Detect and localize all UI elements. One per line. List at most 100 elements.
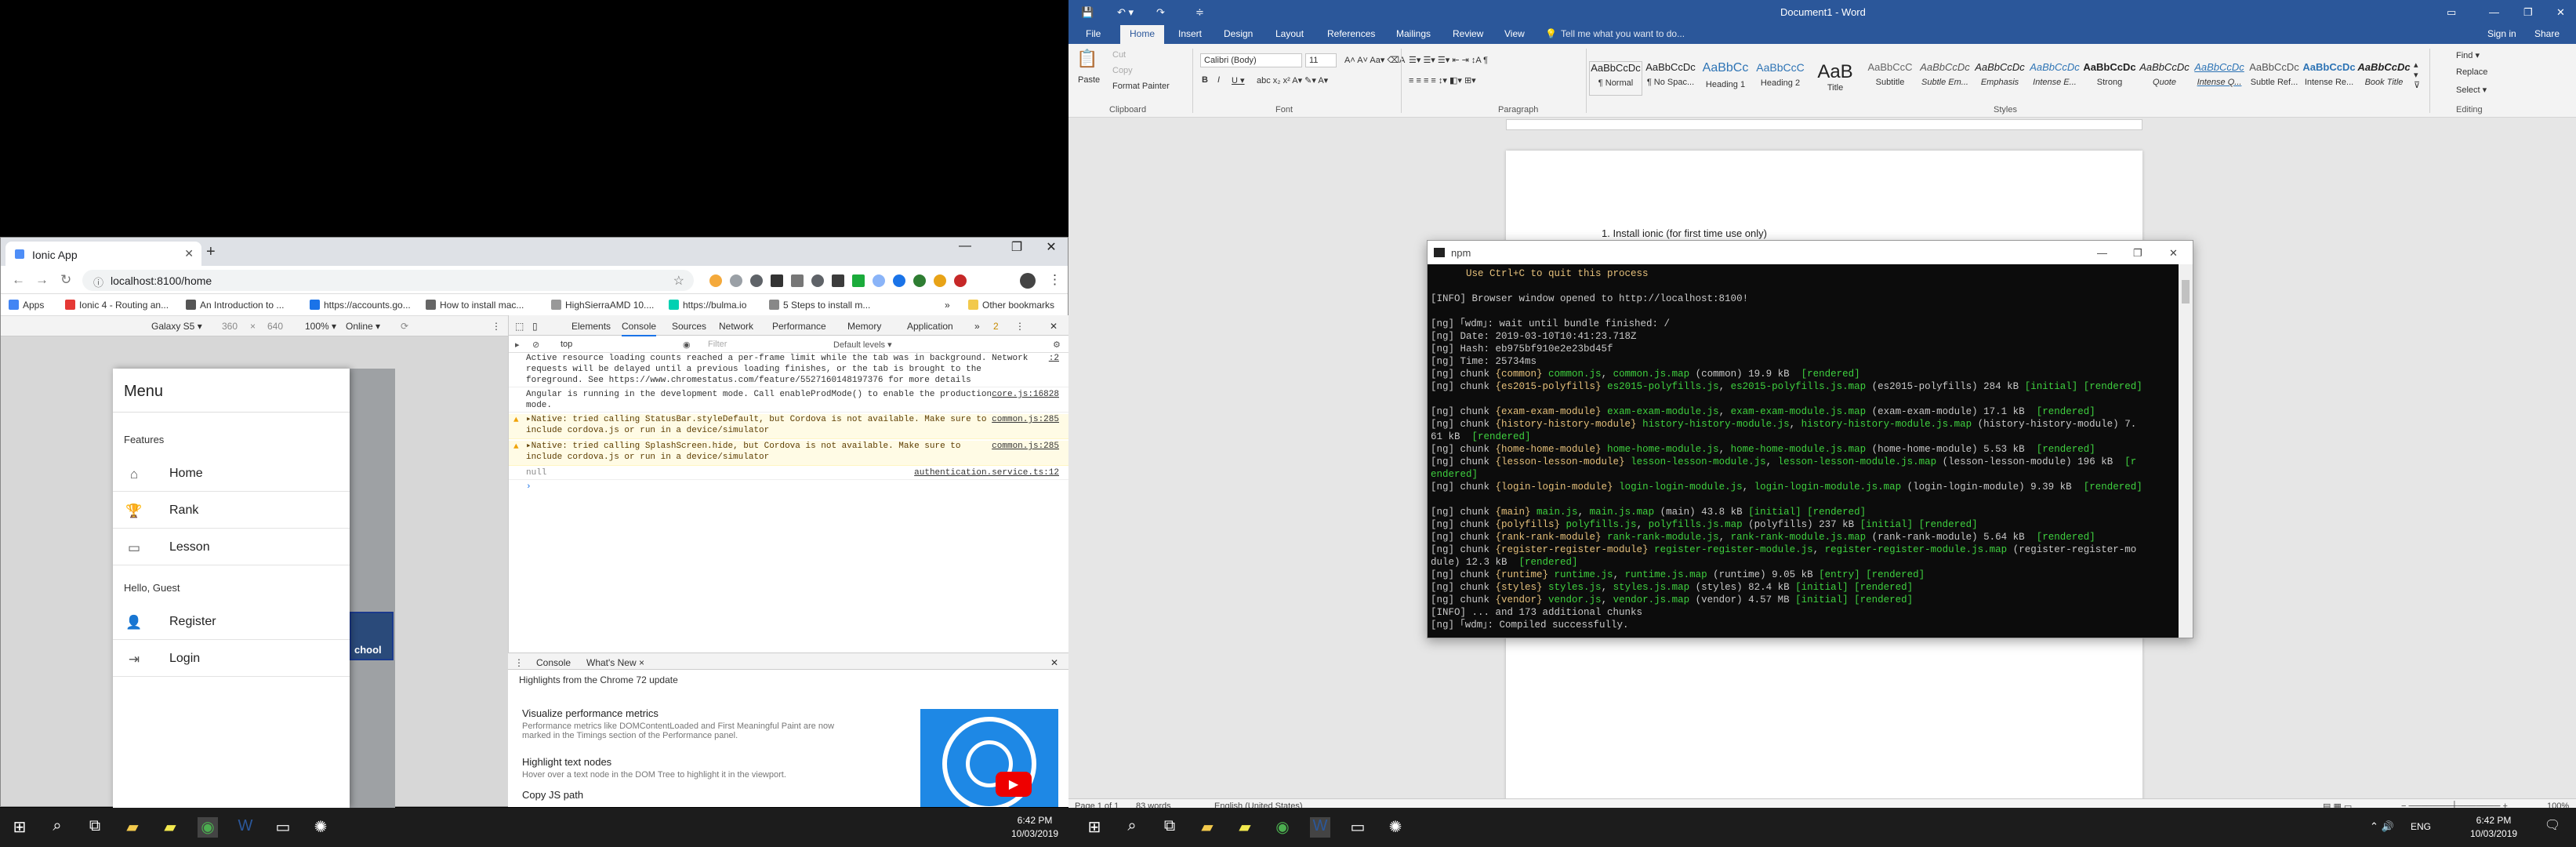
minimize-icon[interactable]: — <box>2097 247 2107 259</box>
terminal-app-icon[interactable]: ▭ <box>273 817 293 838</box>
extension-icon[interactable] <box>750 274 763 287</box>
style-intense-quote[interactable]: AaBbCcDc Intense Q... <box>2193 61 2246 96</box>
tab-home[interactable]: Home <box>1120 25 1165 44</box>
drawer-menu-icon[interactable]: ⋮ <box>514 657 524 668</box>
extension-icon[interactable] <box>771 274 783 287</box>
network-select[interactable]: Online ▾ <box>346 321 380 332</box>
style-normal[interactable]: AaBbCcDc ¶ Normal <box>1589 61 1642 96</box>
minimize-icon[interactable]: — <box>949 239 981 253</box>
close-window-icon[interactable]: ✕ <box>1036 239 1067 255</box>
close-devtools-icon[interactable]: ✕ <box>1050 321 1058 332</box>
console-prompt[interactable]: › <box>509 482 1068 494</box>
word-icon[interactable]: W <box>235 817 256 838</box>
bookmark-item[interactable]: https://bulma.io <box>669 300 746 311</box>
qat-customize-icon[interactable]: ≑ <box>1195 6 1204 19</box>
info-icon[interactable]: ⓘ <box>93 274 103 289</box>
tab-memory[interactable]: Memory <box>847 321 881 332</box>
italic-button[interactable]: I <box>1217 75 1220 85</box>
tab-performance[interactable]: Performance <box>772 321 826 332</box>
close-window-icon[interactable]: ✕ <box>2556 6 2565 19</box>
notifications-icon[interactable]: 🗨 <box>2542 817 2563 838</box>
extension-icon[interactable] <box>811 274 824 287</box>
tell-me-input[interactable]: Tell me what you want to do... <box>1561 28 1685 39</box>
style-book-title[interactable]: AaBbCcDc Book Title <box>2357 61 2411 96</box>
styles-scroll-icon[interactable]: ▴ ▾ ⊽ <box>2414 60 2420 90</box>
new-tab-icon[interactable]: + <box>206 243 216 261</box>
style-intense-reference[interactable]: AaBbCcDc Intense Re... <box>2302 61 2356 96</box>
bookmark-item[interactable]: Apps <box>9 300 44 311</box>
tab-application[interactable]: Application <box>907 321 953 332</box>
style-heading-1[interactable]: AaBbCc Heading 1 <box>1699 61 1752 96</box>
drawer-tab-console[interactable]: Console <box>536 657 571 668</box>
device-select[interactable]: Galaxy S5 ▾ <box>151 321 202 332</box>
sidebar-toggle-icon[interactable]: ▸ <box>515 340 520 350</box>
tab-design[interactable]: Design <box>1224 28 1253 39</box>
tab-network[interactable]: Network <box>719 321 753 332</box>
word-icon[interactable]: W <box>1310 817 1330 838</box>
extension-icon[interactable] <box>934 274 946 287</box>
clock[interactable]: 6:42 PM 10/03/2019 <box>1011 814 1058 841</box>
find-button[interactable]: Find ▾ <box>2456 50 2480 60</box>
menu-item-register[interactable]: 👤 Register <box>113 603 350 640</box>
bookmark-item[interactable]: HighSierraAMD 10.... <box>551 300 654 311</box>
restore-icon[interactable]: ❐ <box>2523 6 2533 19</box>
device-toggle-icon[interactable]: ▯ <box>532 321 538 332</box>
extension-icon[interactable] <box>832 274 844 287</box>
replace-button[interactable]: Replace <box>2456 67 2487 77</box>
back-icon[interactable]: ← <box>12 272 25 288</box>
redo-icon[interactable]: ↷ <box>1156 6 1165 19</box>
context-select[interactable]: top <box>561 340 572 349</box>
sign-in-link[interactable]: Sign in <box>2487 28 2516 39</box>
style-subtitle[interactable]: AaBbCcC Subtitle <box>1863 61 1917 96</box>
bookmark-item[interactable]: https://accounts.go... <box>310 300 411 311</box>
video-thumbnail[interactable]: ▶ <box>920 709 1058 807</box>
eye-icon[interactable]: ◉ <box>683 340 691 350</box>
task-view-icon[interactable]: ⧉ <box>1159 817 1180 838</box>
device-width[interactable]: 360 <box>222 321 238 332</box>
style-quote[interactable]: AaBbCcDc Quote <box>2138 61 2191 96</box>
paste-icon[interactable]: 📋 <box>1076 49 1098 69</box>
address-bar[interactable]: ⓘ localhost:8100/home ☆ <box>82 270 694 291</box>
terminal-scrollbar[interactable] <box>2179 264 2193 638</box>
font-name-select[interactable]: Calibri (Body) <box>1200 53 1302 67</box>
warning-badge[interactable]: 2 <box>993 321 999 332</box>
extension-icon[interactable] <box>893 274 905 287</box>
bullets-icon[interactable]: ☰▾ ☰▾ ☰▾ ⇤ ⇥ ↕A ¶ <box>1409 55 1488 65</box>
tab-console[interactable]: Console <box>622 321 657 336</box>
underline-button[interactable]: U ▾ <box>1232 75 1245 85</box>
play-icon[interactable]: ▶ <box>996 772 1032 797</box>
tab-layout[interactable]: Layout <box>1275 28 1304 39</box>
terminal-output[interactable]: Use Ctrl+C to quit this process [INFO] Br… <box>1428 264 2179 638</box>
zoom-select[interactable]: 100% ▾ <box>305 321 336 332</box>
tray-icons[interactable]: ⌃ 🔊 <box>2370 820 2394 833</box>
search-icon[interactable]: ⌕ <box>1122 817 1142 838</box>
style-emphasis[interactable]: AaBbCcDc Emphasis <box>1973 61 2026 96</box>
style-subtle-emphasis[interactable]: AaBbCcDc Subtle Em... <box>1918 61 1972 96</box>
close-window-icon[interactable]: ✕ <box>2169 247 2178 260</box>
style-strong[interactable]: AaBbCcDc Strong <box>2083 61 2136 96</box>
style-subtle-reference[interactable]: AaBbCcDc Subtle Ref... <box>2248 61 2301 96</box>
minimize-icon[interactable]: — <box>2489 6 2499 18</box>
paste-button[interactable]: Paste <box>1078 75 1100 85</box>
more-tabs-icon[interactable]: » <box>974 321 980 332</box>
console-settings-icon[interactable]: ⚙ <box>1053 340 1061 350</box>
terminal-app-icon[interactable]: ▭ <box>1348 817 1368 838</box>
levels-select[interactable]: Default levels ▾ <box>833 340 892 350</box>
style-heading-2[interactable]: AaBbCcC Heading 2 <box>1754 61 1807 96</box>
input-language[interactable]: ENG <box>2411 821 2431 832</box>
chrome-menu-icon[interactable]: ⋮ <box>1048 272 1061 288</box>
tab-view[interactable]: View <box>1504 28 1525 39</box>
search-icon[interactable]: ⌕ <box>47 817 67 838</box>
select-button[interactable]: Select ▾ <box>2456 85 2487 95</box>
tab-insert[interactable]: Insert <box>1178 28 1202 39</box>
rotate-icon[interactable]: ⟳ <box>401 321 408 332</box>
horizontal-ruler[interactable] <box>1506 119 2142 130</box>
file-explorer-icon[interactable]: ▰ <box>122 817 143 838</box>
more-bookmarks-icon[interactable]: » <box>945 300 950 311</box>
extension-icon[interactable] <box>791 274 804 287</box>
copy-button[interactable]: Copy <box>1112 66 1133 75</box>
sticky-notes-icon[interactable]: ▰ <box>1235 817 1255 838</box>
extension-icon[interactable] <box>852 274 865 287</box>
extension-icon[interactable] <box>730 274 742 287</box>
sticky-notes-icon[interactable]: ▰ <box>160 817 180 838</box>
